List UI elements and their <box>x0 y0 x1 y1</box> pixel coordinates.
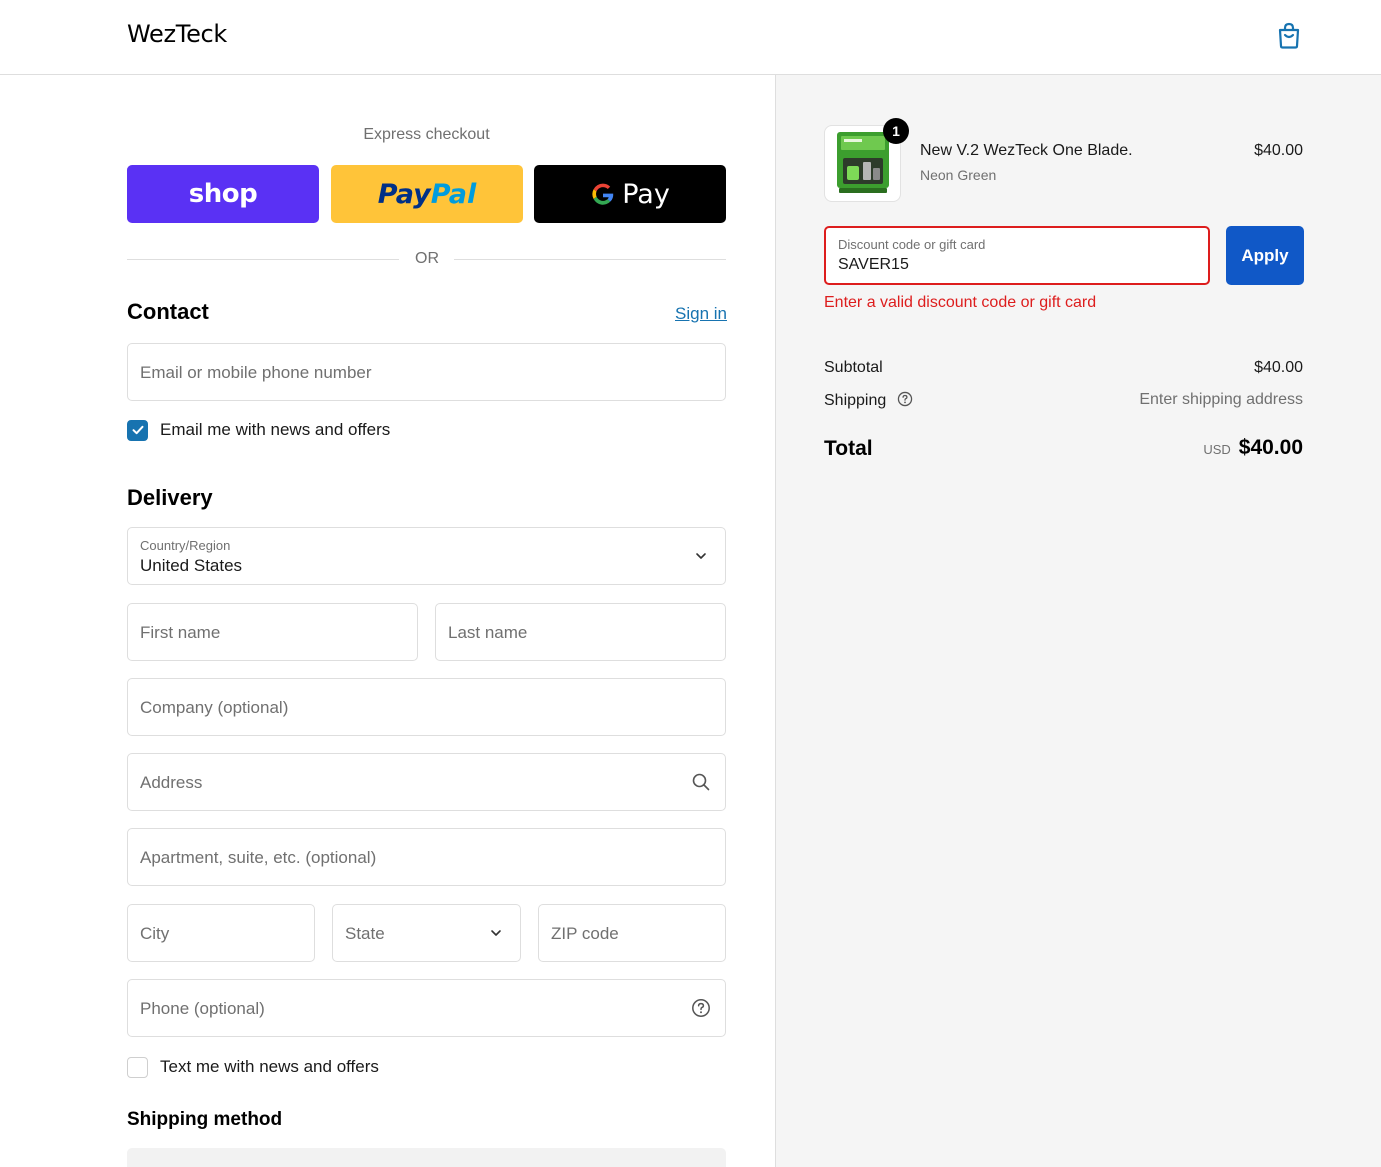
apartment-placeholder: Apartment, suite, etc. (optional) <box>140 848 377 867</box>
or-divider: OR <box>127 249 726 271</box>
site-header: WezTeck <box>0 0 1381 75</box>
express-checkout-label: Express checkout <box>363 126 490 143</box>
total-amount: $40.00 <box>1238 436 1303 459</box>
brand-logo[interactable]: WezTeck <box>127 20 227 48</box>
paypal-logo-pal: Pal <box>430 178 477 210</box>
phone-placeholder: Phone (optional) <box>140 999 265 1018</box>
checkmark-icon <box>132 425 143 435</box>
state-select[interactable]: State <box>332 904 521 962</box>
cart-button[interactable] <box>1274 20 1304 50</box>
checkout-form-column: Express checkout shop Pay Pal Pay OR Cont… <box>0 75 775 1167</box>
first-name-field[interactable]: First name <box>127 603 418 661</box>
divider-line-left <box>127 259 399 260</box>
email-news-checkbox-row[interactable]: Email me with news and offers <box>127 419 390 441</box>
city-placeholder: City <box>140 924 170 943</box>
city-field[interactable]: City <box>127 904 315 962</box>
discount-label: Discount code or gift card <box>838 237 986 252</box>
product-name: New V.2 WezTeck One Blade. <box>920 142 1133 159</box>
apply-discount-button[interactable]: Apply <box>1226 226 1304 285</box>
shopping-bag-icon <box>1278 22 1300 49</box>
text-news-label: Text me with news and offers <box>160 1057 379 1076</box>
shop-pay-button[interactable]: shop <box>127 165 319 223</box>
sign-in-link[interactable]: Sign in <box>675 304 727 324</box>
phone-field[interactable]: Phone (optional) <box>127 979 726 1037</box>
shipping-method-heading: Shipping method <box>127 1109 283 1130</box>
company-field[interactable]: Company (optional) <box>127 678 726 736</box>
product-price: $40.00 <box>1254 142 1303 159</box>
country-label: Country/Region <box>140 538 231 553</box>
or-label: OR <box>415 250 439 267</box>
zip-placeholder: ZIP code <box>551 924 619 943</box>
company-placeholder: Company (optional) <box>140 698 289 717</box>
contact-heading: Contact <box>127 299 209 324</box>
state-placeholder: State <box>345 924 385 943</box>
apartment-field[interactable]: Apartment, suite, etc. (optional) <box>127 828 726 886</box>
address-placeholder: Address <box>140 773 203 792</box>
total-label: Total <box>824 437 873 460</box>
subtotal-value: $40.00 <box>1254 359 1303 376</box>
address-field[interactable]: Address <box>127 753 726 811</box>
paypal-logo-pay: Pay <box>377 178 431 210</box>
quantity-badge: 1 <box>883 118 909 144</box>
email-field[interactable]: Email or mobile phone number <box>127 343 726 401</box>
shipping-method-placeholder <box>127 1148 726 1167</box>
first-name-placeholder: First name <box>140 623 221 642</box>
shipping-label: Shipping <box>824 392 887 409</box>
country-select[interactable]: Country/Region United States <box>127 527 726 585</box>
search-icon <box>692 773 710 791</box>
shipping-label-row: Shipping <box>824 391 913 410</box>
discount-code-field[interactable]: Discount code or gift card SAVER15 <box>824 226 1210 285</box>
question-circle-icon[interactable] <box>897 391 913 407</box>
last-name-placeholder: Last name <box>448 623 528 642</box>
question-circle-icon[interactable] <box>691 998 711 1018</box>
delivery-heading: Delivery <box>127 485 213 510</box>
chevron-down-icon <box>696 553 706 559</box>
discount-error-message: Enter a valid discount code or gift card <box>824 294 1097 311</box>
country-value: United States <box>140 556 243 575</box>
google-g-icon <box>592 183 614 205</box>
email-placeholder: Email or mobile phone number <box>140 363 372 382</box>
product-thumbnail: 1 <box>824 118 909 202</box>
shop-pay-logo: shop <box>188 179 258 209</box>
email-news-label: Email me with news and offers <box>160 420 391 439</box>
subtotal-label: Subtotal <box>824 359 883 376</box>
product-variant: Neon Green <box>920 167 997 183</box>
divider-line-right <box>454 259 726 260</box>
text-news-checkbox-row[interactable]: Text me with news and offers <box>127 1056 379 1078</box>
discount-value: SAVER15 <box>838 256 909 273</box>
total-value-row: USD $40.00 <box>1203 436 1303 460</box>
chevron-down-icon <box>491 930 501 936</box>
currency-code: USD <box>1203 442 1231 457</box>
last-name-field[interactable]: Last name <box>435 603 726 661</box>
email-news-checkbox[interactable] <box>127 419 148 441</box>
text-news-checkbox[interactable] <box>127 1056 148 1078</box>
google-pay-button[interactable]: Pay <box>534 165 726 223</box>
zip-field[interactable]: ZIP code <box>538 904 726 962</box>
google-pay-label: Pay <box>622 178 670 210</box>
paypal-button[interactable]: Pay Pal <box>331 165 523 223</box>
order-summary-column: 1 New V.2 WezTeck One Blade. Neon Green … <box>775 75 1381 1167</box>
shipping-value: Enter shipping address <box>1139 391 1303 408</box>
